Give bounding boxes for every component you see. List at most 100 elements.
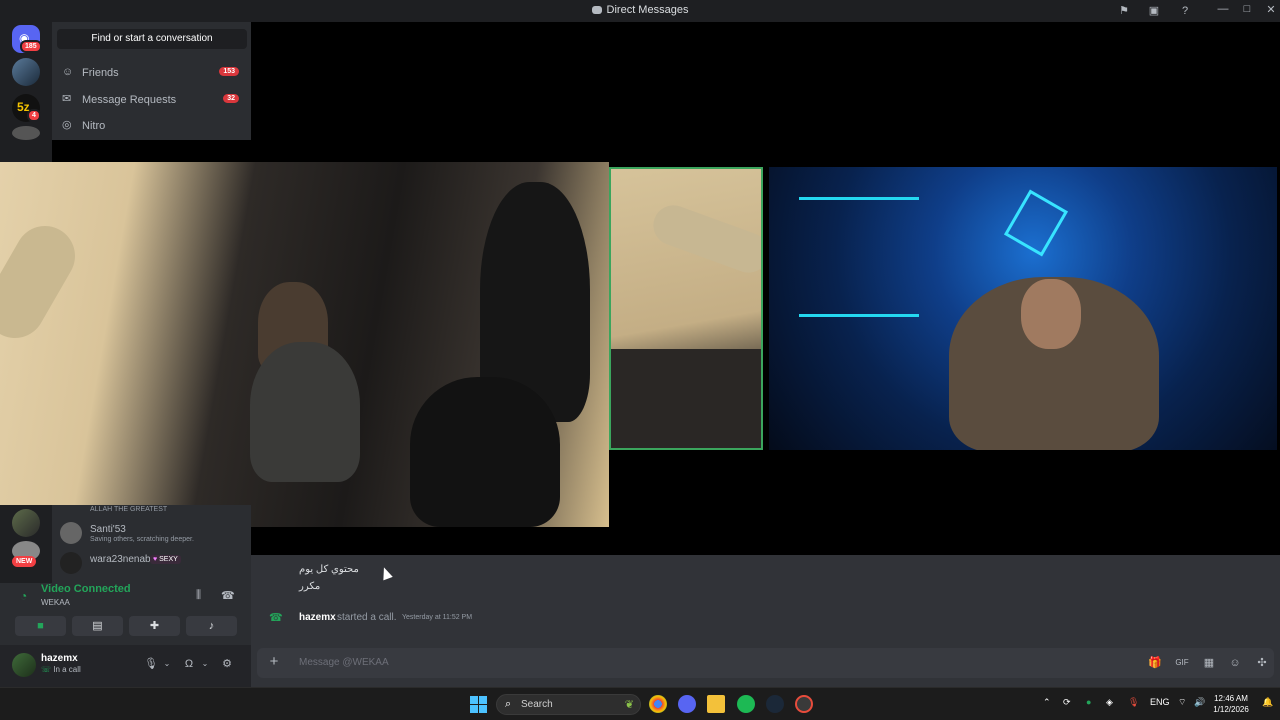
- friends-count-badge: 153: [219, 67, 239, 76]
- call-event-text: started a call.: [337, 612, 397, 623]
- nav-nitro[interactable]: ◎ Nitro: [57, 114, 247, 138]
- wifi-icon[interactable]: ⌔: [1178, 697, 1186, 708]
- video-tile-left[interactable]: [0, 162, 609, 527]
- taskbar: ⌕ Search ❦ ⌃ ⟳ ● ◈ 🎙 ENG ⌔ 🔊 12:46 AM 1/…: [0, 687, 1280, 720]
- volume-icon[interactable]: 🔊: [1194, 697, 1205, 708]
- shelf-lights: [799, 197, 919, 317]
- screen-share-icon[interactable]: ▣: [1147, 4, 1161, 18]
- file-explorer-icon[interactable]: [707, 695, 725, 713]
- message-author[interactable]: hazemx: [299, 612, 336, 623]
- nav-label: Friends: [82, 67, 119, 79]
- channel-name: WEKAA: [41, 598, 70, 607]
- bed-shape: [611, 349, 761, 448]
- dm-icon: [591, 6, 602, 15]
- activities-button[interactable]: ✚: [129, 616, 180, 636]
- taskbar-search[interactable]: ⌕ Search ❦: [496, 694, 641, 715]
- home-badge: 185: [20, 40, 42, 53]
- windows-start-icon[interactable]: [470, 696, 487, 713]
- avatar: [60, 552, 82, 574]
- clock-time: 12:46 AM: [1214, 694, 1248, 703]
- arm-shape: [647, 199, 761, 279]
- microphone-icon[interactable]: 🎙: [144, 657, 158, 671]
- status-dot-icon[interactable]: ●: [1086, 697, 1091, 707]
- discord-taskbar-icon[interactable]: [678, 695, 696, 713]
- network-app-icon[interactable]: ◈: [1106, 697, 1113, 708]
- camera-icon: ■: [37, 620, 44, 632]
- headphones-icon[interactable]: Ω: [182, 657, 196, 671]
- guild-bar-lower: NEW: [0, 505, 52, 583]
- avatar: [60, 522, 82, 544]
- guild-avatar[interactable]: [12, 509, 40, 537]
- dm-tag-text: SEXY: [159, 556, 178, 563]
- language-indicator[interactable]: ENG: [1150, 697, 1170, 707]
- noise-suppression-icon[interactable]: ⫼: [196, 589, 201, 602]
- composer-placeholder[interactable]: Message @WEKAA: [299, 657, 389, 668]
- guild-avatar[interactable]: [12, 58, 40, 86]
- chevron-down-icon[interactable]: ⌄: [160, 657, 174, 671]
- user-avatar[interactable]: [12, 653, 36, 677]
- video-tile-right[interactable]: [769, 167, 1277, 450]
- dm-status: ALLAH THE GREATEST: [90, 506, 168, 513]
- call-area: [0, 22, 1280, 555]
- microphone-tray-icon[interactable]: 🎙: [1128, 697, 1139, 708]
- find-conversation-button[interactable]: Find or start a conversation: [57, 29, 247, 49]
- sync-icon[interactable]: ⟳: [1063, 697, 1071, 708]
- help-icon[interactable]: ?: [1178, 4, 1192, 18]
- chat-area: محتوي كل يوم مكرر ☎ hazemx started a cal…: [251, 555, 1280, 687]
- video-tile-middle[interactable]: [609, 167, 763, 450]
- settings-gear-icon[interactable]: ⚙: [220, 657, 234, 671]
- minimize-button[interactable]: —: [1215, 3, 1231, 19]
- arm-shape: [0, 215, 86, 349]
- search-highlight-icon: ❦: [624, 699, 634, 711]
- plus-icon[interactable]: +: [266, 654, 282, 670]
- spotify-icon[interactable]: [737, 695, 755, 713]
- clock-date: 1/12/2026: [1213, 705, 1249, 714]
- nav-friends[interactable]: ☺ Friends 153: [57, 61, 247, 85]
- window-title: Direct Messages: [0, 4, 1280, 16]
- message-composer[interactable]: + Message @WEKAA 🎁 GIF ▦ ☺ ✣: [257, 648, 1274, 678]
- participant-figure: [410, 377, 560, 527]
- activities-icon: ✚: [149, 620, 160, 632]
- screen-share-button[interactable]: ▤: [72, 616, 123, 636]
- inbox-icon[interactable]: ⚑: [1117, 4, 1131, 18]
- soundboard-button[interactable]: ♪: [186, 616, 237, 636]
- search-placeholder: Search: [521, 699, 553, 710]
- chevron-down-icon[interactable]: ⌄: [198, 657, 212, 671]
- participant-figure: [250, 342, 360, 482]
- neon-logo: [1003, 189, 1069, 257]
- soundboard-icon: ♪: [208, 620, 215, 632]
- maximize-button[interactable]: □: [1239, 3, 1255, 19]
- apps-icon[interactable]: ✣: [1255, 656, 1269, 670]
- connection-status[interactable]: Video Connected: [41, 583, 131, 595]
- new-badge: NEW: [12, 556, 37, 567]
- user-name[interactable]: hazemx: [41, 653, 78, 664]
- dm-tag: ♥ SEXY: [150, 555, 181, 564]
- user-status-text: In a call: [53, 665, 81, 674]
- nav-message-requests[interactable]: ✉ Message Requests 32: [57, 88, 247, 112]
- close-button[interactable]: ✕: [1263, 3, 1279, 19]
- recording-app-icon[interactable]: [795, 695, 813, 713]
- system-clock[interactable]: 12:46 AM 1/12/2026: [1206, 693, 1256, 715]
- emoji-icon[interactable]: ☺: [1228, 656, 1242, 670]
- camera-button[interactable]: ■: [15, 616, 66, 636]
- dm-status: Saving others, scratching deeper.: [90, 536, 194, 543]
- message-text: محتوي كل يوم: [299, 564, 359, 575]
- steam-icon[interactable]: [766, 695, 784, 713]
- nitro-icon: ◎: [62, 119, 72, 131]
- user-status: ☏ In a call: [41, 665, 81, 674]
- participant-face: [1021, 279, 1081, 349]
- gif-icon[interactable]: GIF: [1175, 656, 1189, 670]
- disconnect-icon[interactable]: ☎: [221, 589, 235, 602]
- mail-icon: ✉: [62, 93, 72, 105]
- sticker-icon[interactable]: ▦: [1202, 656, 1216, 670]
- chevron-up-icon[interactable]: ⌃: [1043, 697, 1051, 708]
- dm-panel: Find or start a conversation ☺ Friends 1…: [52, 22, 251, 140]
- call-event-message: ☎ hazemx started a call. Yesterday at 11…: [251, 611, 1280, 627]
- guild-badge: 4: [27, 109, 41, 122]
- notification-icon[interactable]: 🔔: [1262, 697, 1273, 708]
- phone-icon: ☏: [41, 665, 54, 674]
- search-icon: ⌕: [505, 698, 512, 710]
- guild-avatar[interactable]: [12, 126, 40, 140]
- chrome-icon[interactable]: [649, 695, 667, 713]
- gift-icon[interactable]: 🎁: [1148, 656, 1162, 670]
